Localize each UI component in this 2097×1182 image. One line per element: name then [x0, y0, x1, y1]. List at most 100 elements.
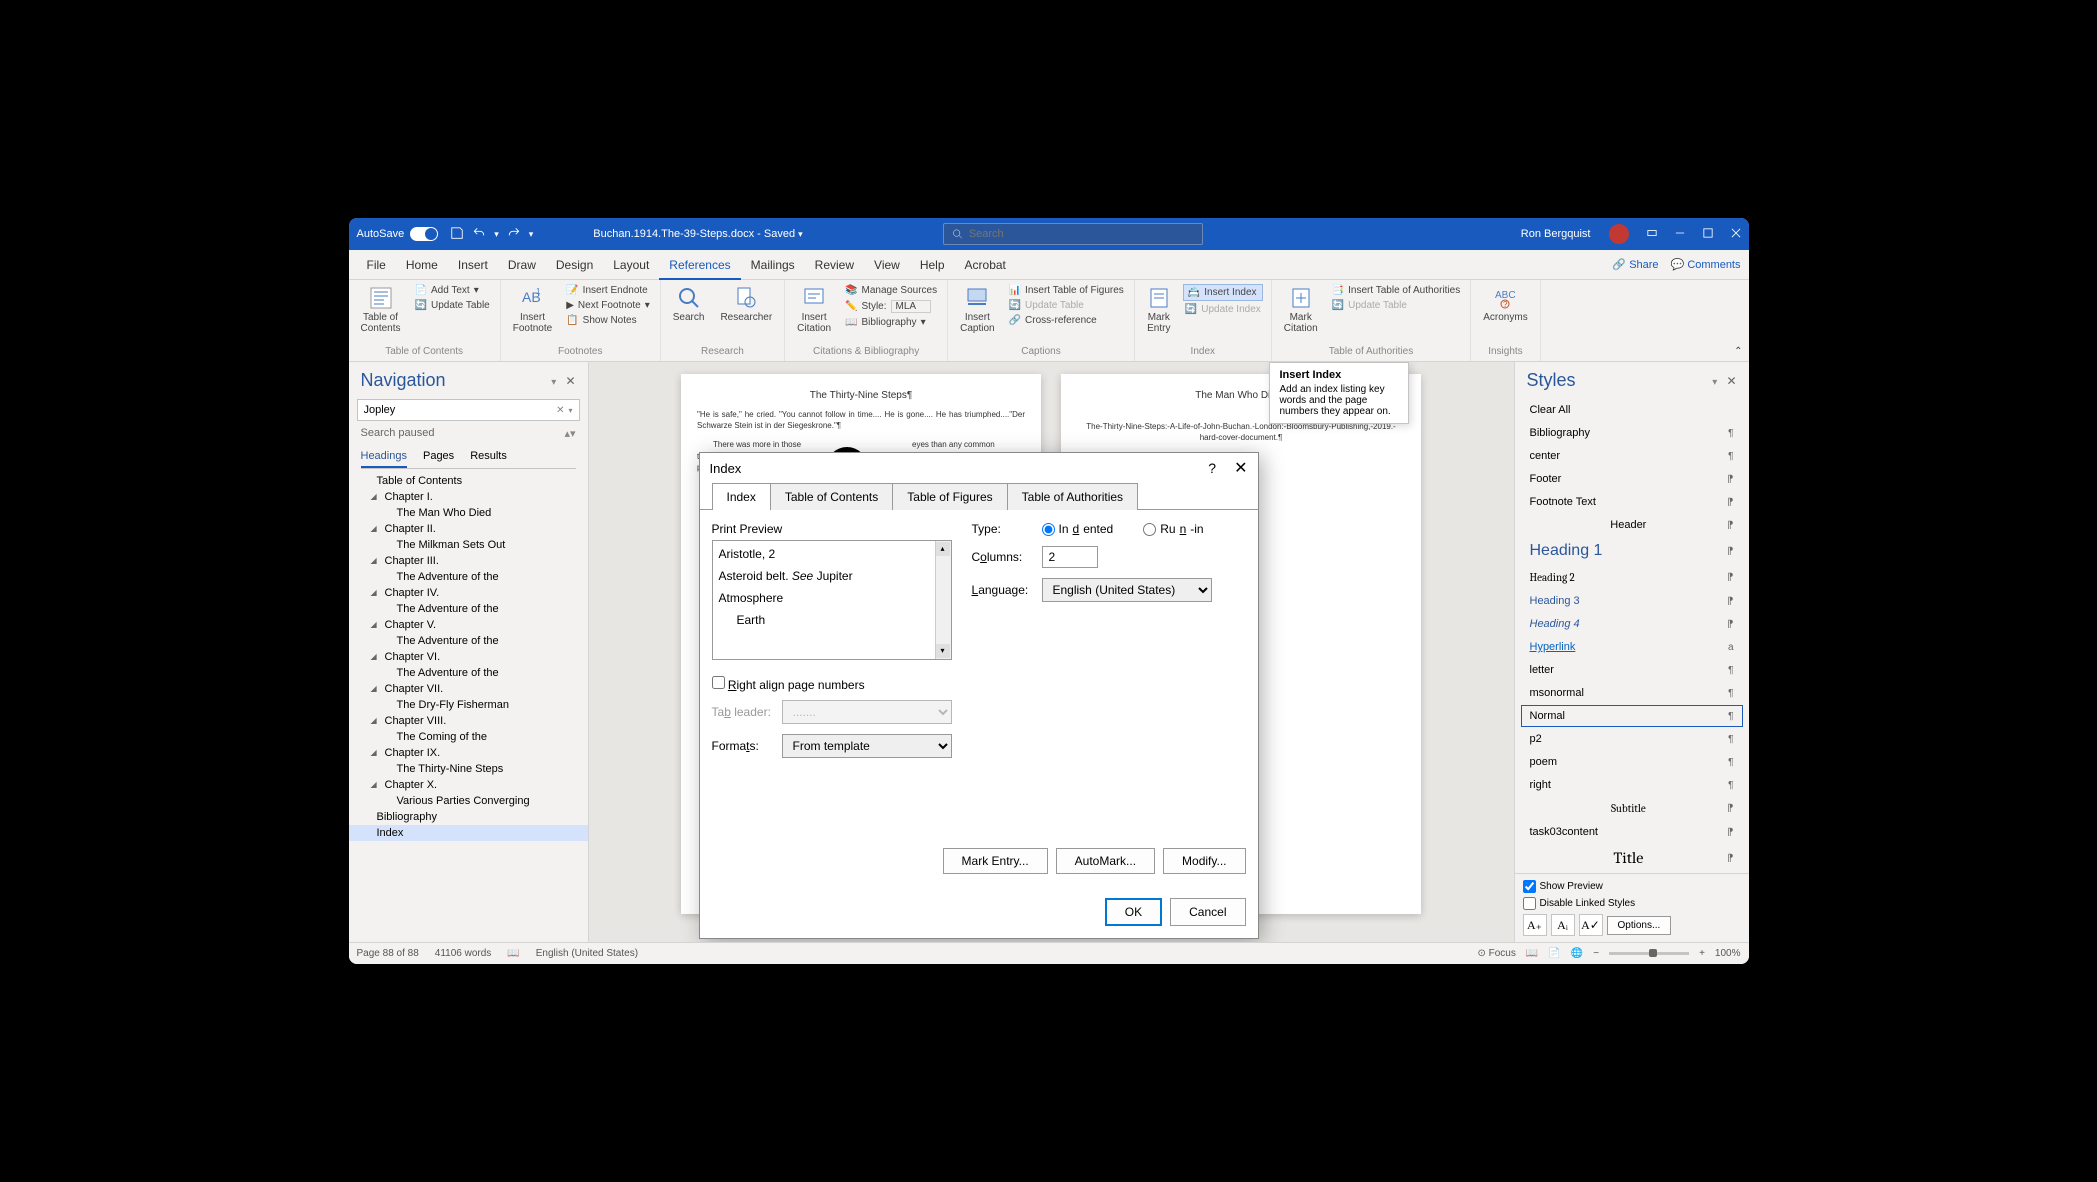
acronyms-button[interactable]: ABC? Acronyms [1479, 284, 1531, 325]
tab-view[interactable]: View [864, 250, 910, 280]
nav-item[interactable]: ◢Chapter VIII. [349, 713, 588, 729]
add-text-button[interactable]: 📄 Add Text ▾ [413, 284, 492, 297]
share-button[interactable]: 🔗 Share [1612, 258, 1658, 271]
close-icon[interactable] [1731, 228, 1741, 241]
style-item[interactable]: Heading 1⁋ [1521, 537, 1743, 565]
style-item[interactable]: Footer⁋ [1521, 468, 1743, 490]
style-item[interactable]: Normal¶ [1521, 705, 1743, 727]
language-indicator[interactable]: English (United States) [536, 948, 638, 959]
nav-item[interactable]: ◢Chapter VI. [349, 649, 588, 665]
word-count[interactable]: 41106 words [435, 948, 492, 959]
style-item[interactable]: center¶ [1521, 445, 1743, 467]
tab-help[interactable]: Help [910, 250, 955, 280]
nav-close-icon[interactable]: ✕ [565, 374, 575, 388]
zoom-level[interactable]: 100% [1715, 948, 1741, 959]
tab-layout[interactable]: Layout [603, 250, 659, 280]
nav-item[interactable]: ◢Chapter II. [349, 521, 588, 537]
style-item[interactable]: Footnote Text⁋ [1521, 491, 1743, 513]
nav-dropdown-icon[interactable]: ▾ [551, 377, 556, 388]
ribbon-mode-icon[interactable] [1647, 228, 1657, 241]
nav-item[interactable]: The Thirty-Nine Steps [349, 761, 588, 777]
indented-radio[interactable]: Indented [1042, 522, 1114, 536]
nav-item[interactable]: The Adventure of the [349, 665, 588, 681]
manage-styles-button[interactable]: A✓ [1579, 914, 1603, 936]
nav-item[interactable]: ◢Chapter IV. [349, 585, 588, 601]
user-name[interactable]: Ron Bergquist [1521, 228, 1591, 240]
insert-tof-button[interactable]: 📊 Insert Table of Figures [1007, 284, 1126, 297]
zoom-out-button[interactable]: − [1593, 948, 1599, 959]
tab-mailings[interactable]: Mailings [741, 250, 805, 280]
nav-item[interactable]: ◢Chapter VII. [349, 681, 588, 697]
undo-dropdown[interactable]: ▾ [494, 229, 499, 240]
collapse-ribbon-icon[interactable]: ⌃ [1734, 346, 1742, 357]
nav-item[interactable]: The Milkman Sets Out [349, 537, 588, 553]
insert-index-button[interactable]: 📇 Insert Index [1183, 284, 1263, 301]
insert-toa-button[interactable]: 📑 Insert Table of Authorities [1330, 284, 1463, 297]
nav-item[interactable]: The Dry-Fly Fisherman [349, 697, 588, 713]
insert-citation-button[interactable]: Insert Citation [793, 284, 835, 336]
web-layout-icon[interactable]: 🌐 [1571, 948, 1583, 959]
nav-tab-results[interactable]: Results [470, 446, 507, 468]
style-item[interactable]: Heading 3⁋ [1521, 590, 1743, 612]
nav-item[interactable]: The Adventure of the [349, 633, 588, 649]
style-item[interactable]: task03content⁋ [1521, 821, 1743, 843]
clear-all-style[interactable]: Clear All [1521, 399, 1743, 421]
page-indicator[interactable]: Page 88 of 88 [357, 948, 419, 959]
table-of-contents-button[interactable]: Table of Contents [357, 284, 405, 336]
next-footnote-button[interactable]: ▶ Next Footnote ▾ [564, 299, 652, 312]
style-item[interactable]: poem¶ [1521, 751, 1743, 773]
show-preview-checkbox[interactable]: Show Preview [1523, 880, 1741, 893]
tab-design[interactable]: Design [546, 250, 603, 280]
dialog-close-icon[interactable]: ✕ [1234, 458, 1247, 478]
style-item[interactable]: Heading 2⁋ [1521, 566, 1743, 589]
focus-mode-button[interactable]: ⊙ Focus [1477, 948, 1515, 959]
nav-item[interactable]: Table of Contents [349, 473, 588, 489]
nav-search-dropdown-icon[interactable]: ▾ [568, 406, 572, 415]
mark-entry-button[interactable]: Mark Entry [1143, 284, 1175, 336]
formats-select[interactable]: From template [782, 734, 952, 758]
nav-item[interactable]: ◢Chapter X. [349, 777, 588, 793]
mark-citation-button[interactable]: Mark Citation [1280, 284, 1322, 336]
tab-acrobat[interactable]: Acrobat [955, 250, 1016, 280]
disable-linked-checkbox[interactable]: Disable Linked Styles [1523, 897, 1741, 910]
read-mode-icon[interactable]: 📖 [1526, 948, 1538, 959]
dialog-tab-index[interactable]: Index [712, 483, 771, 510]
nav-tab-pages[interactable]: Pages [423, 446, 454, 468]
update-table-button[interactable]: 🔄 Update Table [413, 299, 492, 312]
nav-search-box[interactable]: ✕ ▾ [357, 399, 580, 421]
zoom-slider[interactable] [1609, 952, 1689, 955]
style-item[interactable]: Header⁋ [1521, 514, 1743, 536]
tab-insert[interactable]: Insert [448, 250, 498, 280]
ok-button[interactable]: OK [1105, 898, 1162, 926]
autosave-toggle[interactable]: AutoSave [357, 227, 439, 241]
new-style-button[interactable]: A₊ [1523, 914, 1547, 936]
tab-references[interactable]: References [659, 250, 740, 280]
style-item[interactable]: Subtitle⁋ [1521, 797, 1743, 820]
nav-item[interactable]: ◢Chapter V. [349, 617, 588, 633]
nav-item[interactable]: Bibliography [349, 809, 588, 825]
runin-radio[interactable]: Run-in [1143, 522, 1203, 536]
search-box[interactable] [943, 223, 1203, 245]
search-input[interactable] [969, 228, 1194, 240]
citation-style-select[interactable]: ✏️ Style: MLA [843, 299, 939, 314]
dialog-tab-toa[interactable]: Table of Authorities [1007, 483, 1138, 510]
comments-button[interactable]: 💬 Comments [1671, 258, 1741, 271]
show-notes-button[interactable]: 📋 Show Notes [564, 314, 652, 327]
zoom-in-button[interactable]: + [1699, 948, 1705, 959]
dialog-help-icon[interactable]: ? [1208, 460, 1216, 476]
tab-review[interactable]: Review [805, 250, 864, 280]
nav-item[interactable]: Index [349, 825, 588, 841]
bibliography-button[interactable]: 📖 Bibliography ▾ [843, 316, 939, 329]
styles-dropdown-icon[interactable]: ▾ [1712, 377, 1717, 388]
nav-result-nav[interactable]: ▴▾ [564, 427, 575, 440]
nav-item[interactable]: The Coming of the [349, 729, 588, 745]
nav-item[interactable]: ◢Chapter I. [349, 489, 588, 505]
preview-scrollbar[interactable]: ▴ ▾ [935, 541, 951, 659]
columns-input[interactable] [1042, 546, 1098, 568]
insert-caption-button[interactable]: Insert Caption [956, 284, 998, 336]
styles-options-button[interactable]: Options... [1607, 916, 1672, 935]
style-item[interactable]: Bibliography¶ [1521, 422, 1743, 444]
spell-check-icon[interactable]: 📖 [507, 948, 519, 959]
styles-close-icon[interactable]: ✕ [1726, 374, 1736, 388]
modify-button[interactable]: Modify... [1163, 848, 1245, 874]
